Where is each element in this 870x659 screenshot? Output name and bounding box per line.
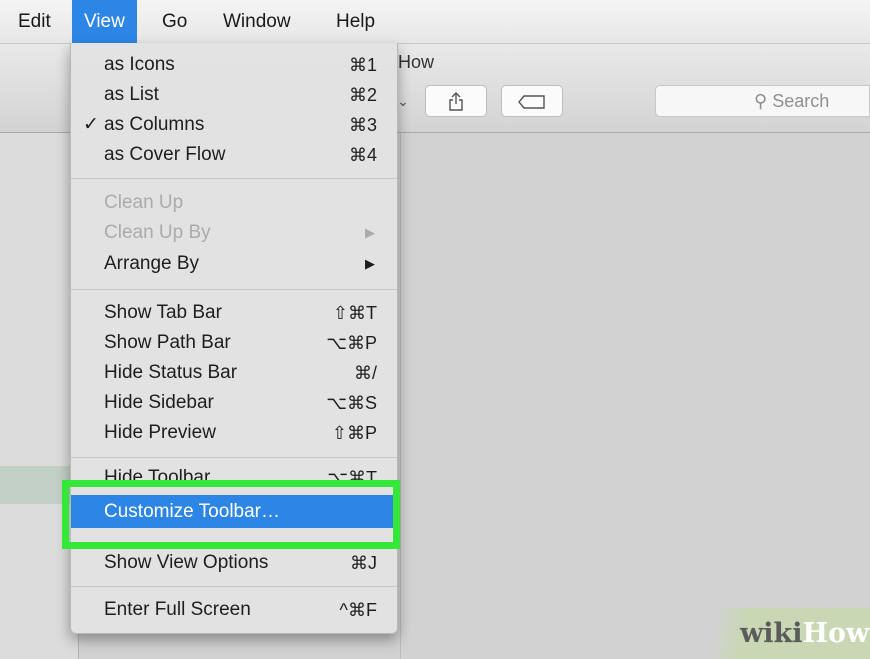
menu-item-label: Hide Status Bar <box>104 362 238 383</box>
highlight-box <box>62 480 400 549</box>
menu-item-show-tab-bar[interactable]: Show Tab Bar ⇧⌘T <box>71 298 397 328</box>
menu-separator <box>71 178 397 179</box>
shortcut: ⌥⌘S <box>326 393 377 413</box>
menu-item-label: Hide Preview <box>104 422 216 443</box>
menu-item-label: Show Path Bar <box>104 332 231 353</box>
search-placeholder: Search <box>772 91 830 111</box>
menu-item-show-path-bar[interactable]: Show Path Bar ⌥⌘P <box>71 328 397 358</box>
menu-item-clean-up-by: Clean Up By ▶ <box>71 218 397 248</box>
menu-item-label: as Columns <box>104 114 205 135</box>
menu-item-label: Clean Up By <box>104 222 211 243</box>
menu-help[interactable]: Help <box>324 0 387 43</box>
menu-item-as-icons[interactable]: as Icons ⌘1 <box>71 50 397 80</box>
menu-item-label: as List <box>104 84 159 105</box>
menu-separator <box>71 586 397 587</box>
menu-item-as-cover-flow[interactable]: as Cover Flow ⌘4 <box>71 140 397 170</box>
shortcut: ⇧⌘P <box>331 423 377 443</box>
watermark-wiki: wiki <box>740 618 803 649</box>
tag-icon <box>518 95 545 109</box>
menu-item-arrange-by[interactable]: Arrange By ▶ <box>71 249 397 279</box>
shortcut: ⌥⌘P <box>326 333 377 353</box>
shortcut: ⌥⌘T <box>327 468 377 481</box>
menu-item-label: Enter Full Screen <box>104 599 251 620</box>
menu-edit[interactable]: Edit <box>6 0 63 43</box>
window-title: How <box>398 52 435 72</box>
shortcut: ^⌘F <box>339 600 377 620</box>
watermark-how: How <box>802 618 870 649</box>
menu-bar: Edit View Go Window Help <box>0 0 870 44</box>
shortcut: ⌘4 <box>348 145 377 165</box>
shortcut: ⌘J <box>350 553 377 573</box>
submenu-arrow-icon: ▶ <box>365 256 375 271</box>
menu-item-label: Hide Toolbar <box>104 467 211 481</box>
sidebar <box>0 133 79 659</box>
menu-item-hide-sidebar[interactable]: Hide Sidebar ⌥⌘S <box>71 388 397 418</box>
shortcut: ⇧⌘T <box>332 303 377 323</box>
menu-go[interactable]: Go <box>150 0 199 43</box>
menu-separator <box>71 457 397 458</box>
menu-window[interactable]: Window <box>211 0 303 43</box>
column-divider[interactable] <box>400 133 401 659</box>
wikihow-watermark: wikiHow <box>718 608 870 659</box>
menu-item-label: Hide Sidebar <box>104 392 214 413</box>
checkmark-icon: ✓ <box>83 114 99 135</box>
menu-item-enter-full-screen[interactable]: Enter Full Screen ^⌘F <box>71 595 397 625</box>
shortcut: ⌘/ <box>353 363 377 383</box>
menu-view[interactable]: View <box>72 0 137 43</box>
search-field[interactable]: ⚲ Search <box>655 85 870 117</box>
tag-button[interactable] <box>501 85 563 117</box>
menu-item-as-columns[interactable]: ✓ as Columns ⌘3 <box>71 110 397 140</box>
share-button[interactable] <box>425 85 487 117</box>
menu-item-label: Show Tab Bar <box>104 302 222 323</box>
menu-item-label: Clean Up <box>104 192 184 213</box>
menu-item-label: Arrange By <box>104 253 200 274</box>
menu-item-hide-preview[interactable]: Hide Preview ⇧⌘P <box>71 418 397 448</box>
submenu-arrow-icon: ▶ <box>365 225 375 240</box>
shortcut: ⌘3 <box>348 115 377 135</box>
menu-item-label: as Icons <box>104 54 175 75</box>
shortcut: ⌘2 <box>348 85 377 105</box>
shortcut: ⌘1 <box>348 55 377 75</box>
menu-item-show-view-options[interactable]: Show View Options ⌘J <box>71 548 397 578</box>
menu-separator <box>71 289 397 290</box>
menu-item-label: Show View Options <box>104 552 269 573</box>
menu-item-as-list[interactable]: as List ⌘2 <box>71 80 397 110</box>
share-icon <box>449 92 463 111</box>
menu-item-clean-up: Clean Up <box>71 188 397 218</box>
menu-item-hide-status-bar[interactable]: Hide Status Bar ⌘/ <box>71 358 397 388</box>
menu-item-label: as Cover Flow <box>104 144 226 165</box>
menu-item-hide-toolbar[interactable]: Hide Toolbar ⌥⌘T <box>71 467 397 481</box>
magnifier-icon: ⚲ <box>754 91 768 111</box>
